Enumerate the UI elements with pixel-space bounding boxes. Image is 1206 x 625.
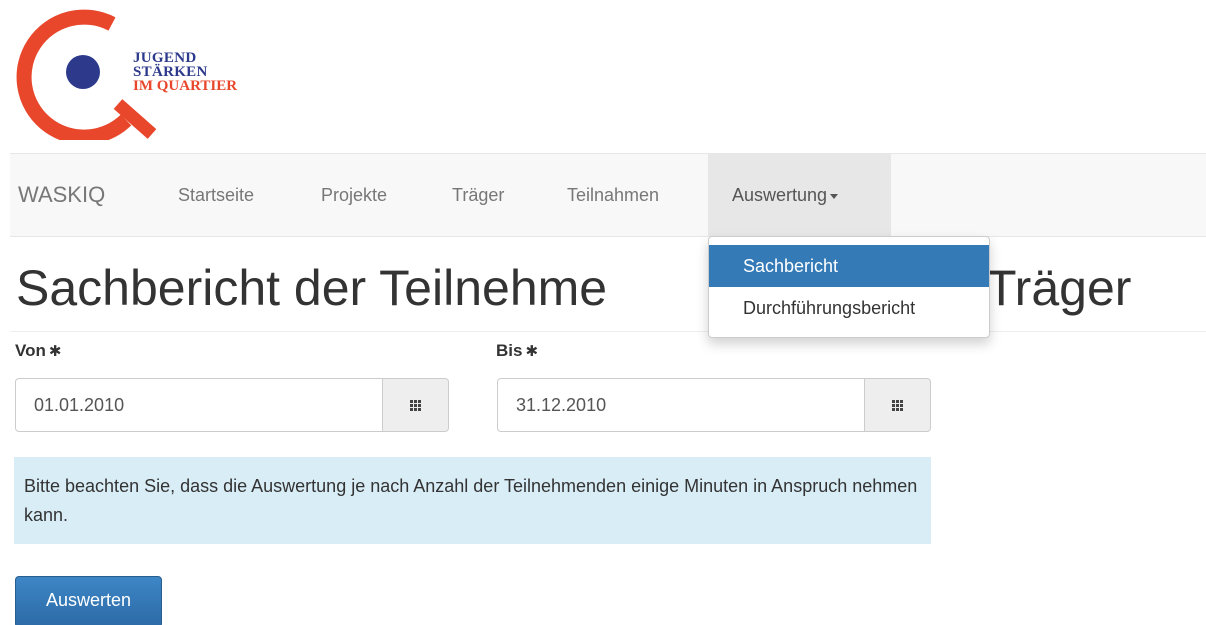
caret-down-icon <box>830 193 839 199</box>
logo-text: JUGEND STÄRKEN IM QUARTIER <box>133 50 238 94</box>
calendar-grid-icon <box>892 399 903 411</box>
nav-item-traeger[interactable]: Träger <box>452 154 504 236</box>
dropdown-item-sachbericht[interactable]: Sachbericht <box>709 245 989 287</box>
nav-item-projekte[interactable]: Projekte <box>321 154 387 236</box>
auswerten-button[interactable]: Auswerten <box>15 576 162 625</box>
from-label: Von ✱ <box>15 341 61 361</box>
to-date-calendar-button[interactable] <box>865 378 931 432</box>
nav-item-teilnahmen[interactable]: Teilnahmen <box>567 154 659 236</box>
navbar: WASKIQ Startseite Projekte Träger Teilna… <box>10 153 1206 237</box>
from-label-text: Von <box>15 341 46 360</box>
to-date-input[interactable] <box>497 378 865 432</box>
page-title-right: Träger <box>986 260 1132 316</box>
logo-text-line1: JUGEND <box>133 50 197 66</box>
nav-item-auswertung-label: Auswertung <box>732 185 828 205</box>
to-label: Bis ✱ <box>496 341 538 361</box>
from-date-calendar-button[interactable] <box>383 378 449 432</box>
logo-text-line2: STÄRKEN <box>133 64 208 80</box>
nav-item-startseite[interactable]: Startseite <box>178 154 254 236</box>
jugend-staerken-logo: JUGEND STÄRKEN IM QUARTIER <box>14 8 254 145</box>
calendar-grid-icon <box>410 399 421 411</box>
dropdown-item-durchfuehrungsbericht[interactable]: Durchführungsbericht <box>709 287 989 329</box>
required-asterisk-icon: ✱ <box>525 343 539 360</box>
to-date-group <box>497 378 931 432</box>
navbar-brand[interactable]: WASKIQ <box>18 182 105 208</box>
logo-text-line3: IM QUARTIER <box>133 78 238 94</box>
title-divider <box>10 331 1206 332</box>
from-date-group <box>15 378 449 432</box>
to-label-text: Bis <box>496 341 523 360</box>
from-date-input[interactable] <box>15 378 383 432</box>
auswertung-dropdown-menu: Sachbericht Durchführungsbericht <box>708 236 990 338</box>
required-asterisk-icon: ✱ <box>48 343 62 360</box>
info-alert: Bitte beachten Sie, dass die Auswertung … <box>14 457 931 544</box>
nav-item-auswertung[interactable]: Auswertung <box>708 154 891 236</box>
page-title: Sachbericht der Teilnehme Träger <box>16 256 1131 320</box>
page-title-left: Sachbericht der Teilnehme <box>16 260 608 316</box>
